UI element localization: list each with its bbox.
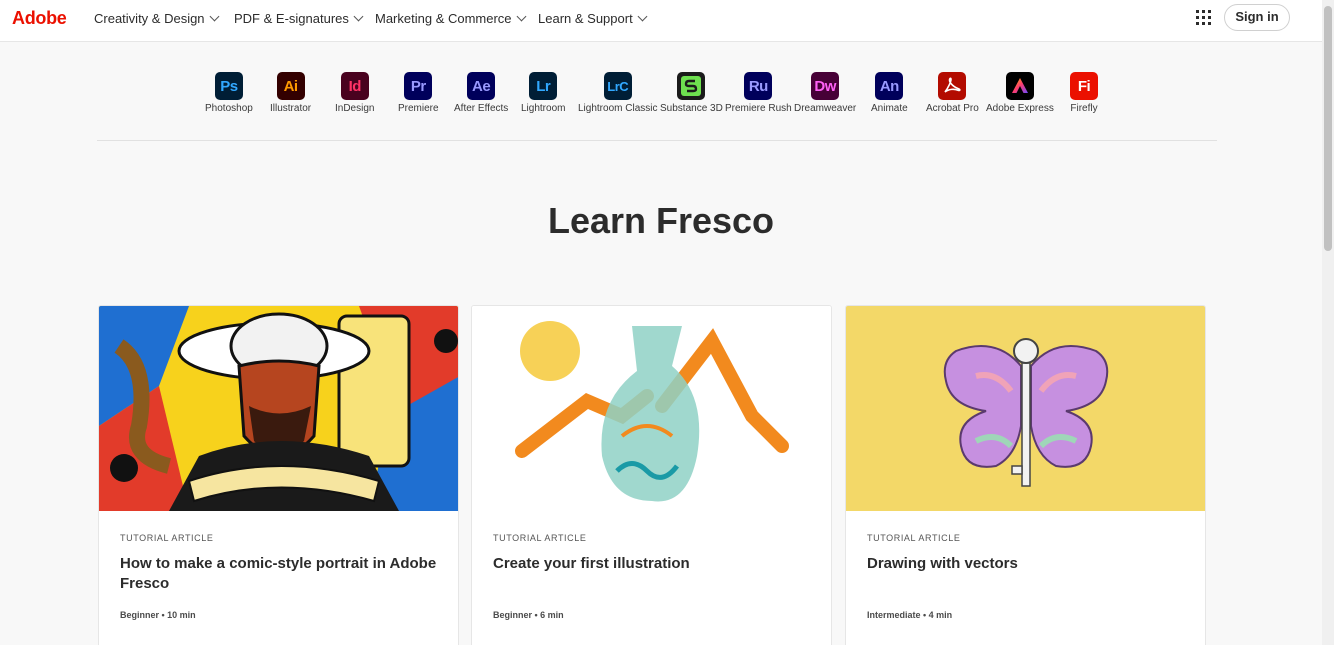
illustrator-icon: Ai	[276, 72, 305, 100]
card-title[interactable]: Create your first illustration	[493, 554, 810, 604]
drawing-vectors-thumbnail	[846, 306, 1205, 511]
vase-landscape-illustration	[472, 306, 831, 511]
premiere-icon: Pr	[404, 72, 433, 100]
product-firefly[interactable]: Fi Firefly	[1070, 72, 1098, 114]
nav-label: Learn & Support	[538, 11, 633, 26]
product-label: Acrobat Pro	[926, 103, 979, 114]
nav-pdf-esignatures[interactable]: PDF & E-signatures	[234, 11, 364, 26]
card-body: TUTORIAL ARTICLE Create your first illus…	[472, 511, 831, 642]
comic-portrait-illustration	[99, 306, 458, 511]
chevron-down-icon	[637, 11, 648, 22]
indesign-icon: Id	[340, 72, 369, 100]
animate-icon: An	[875, 72, 904, 100]
nav-creativity-design[interactable]: Creativity & Design	[94, 11, 219, 26]
product-illustrator[interactable]: Ai Illustrator	[270, 72, 311, 114]
card-meta: Beginner • 10 min	[120, 610, 196, 620]
card-type: TUTORIAL ARTICLE	[120, 533, 214, 543]
card-title[interactable]: Drawing with vectors	[867, 554, 1184, 604]
acrobat-pro-icon	[938, 72, 967, 100]
product-label: After Effects	[454, 103, 509, 114]
nav-marketing-commerce[interactable]: Marketing & Commerce	[375, 11, 526, 26]
substance-s-icon	[681, 76, 702, 96]
substance-3d-icon	[677, 72, 706, 100]
page-title: Learn Fresco	[547, 200, 775, 241]
butterfly-key-illustration	[846, 306, 1205, 511]
dreamweaver-icon: Dw	[811, 72, 840, 100]
product-label: Photoshop	[205, 103, 253, 114]
product-label: InDesign	[335, 103, 375, 114]
product-label: Premiere	[398, 103, 439, 114]
product-label: Firefly	[1070, 103, 1098, 114]
lightroom-classic-icon: LrC	[603, 72, 632, 100]
chevron-down-icon	[209, 11, 219, 22]
product-label: Lightroom Classic	[578, 103, 658, 114]
product-indesign[interactable]: Id InDesign	[335, 72, 374, 114]
product-label: Adobe Express	[986, 103, 1054, 114]
product-label: Lightroom	[521, 103, 566, 114]
product-after-effects[interactable]: Ae After Effects	[454, 72, 508, 114]
product-label: Premiere Rush	[725, 103, 792, 114]
product-label: Animate	[871, 103, 908, 114]
product-label: Substance 3D	[660, 103, 723, 114]
card-type: TUTORIAL ARTICLE	[493, 533, 587, 543]
product-lightroom-classic[interactable]: LrC Lightroom Classic	[578, 72, 657, 114]
after-effects-icon: Ae	[467, 72, 496, 100]
tutorial-card[interactable]: TUTORIAL ARTICLE Create your first illus…	[471, 305, 832, 645]
express-a-icon	[1011, 78, 1028, 93]
product-label: Dreamweaver	[794, 103, 857, 114]
top-navigation: Adobe Creativity & Design PDF & E-signat…	[0, 0, 1322, 42]
adobe-express-icon	[1005, 72, 1034, 100]
photoshop-icon: Ps	[214, 72, 243, 100]
nav-label: Creativity & Design	[94, 11, 205, 26]
scrollbar-thumb[interactable]	[1324, 6, 1332, 251]
product-dreamweaver[interactable]: Dw Dreamweaver	[794, 72, 856, 114]
nav-learn-support[interactable]: Learn & Support	[538, 11, 648, 26]
card-type: TUTORIAL ARTICLE	[867, 533, 961, 543]
product-lightroom[interactable]: Lr Lightroom	[521, 72, 565, 114]
sign-in-button[interactable]: Sign in	[1224, 4, 1290, 31]
product-animate[interactable]: An Animate	[871, 72, 908, 114]
adobe-logo[interactable]: Adobe	[12, 8, 67, 29]
section-divider	[97, 140, 1217, 141]
first-illustration-thumbnail	[472, 306, 831, 511]
card-title[interactable]: How to make a comic-style portrait in Ad…	[120, 554, 437, 604]
product-premiere-rush[interactable]: Ru Premiere Rush	[725, 72, 792, 114]
premiere-rush-icon: Ru	[744, 72, 773, 100]
tutorial-card[interactable]: TUTORIAL ARTICLE Drawing with vectors In…	[845, 305, 1206, 645]
acrobat-swirl-icon	[944, 77, 962, 93]
product-acrobat-pro[interactable]: Acrobat Pro	[926, 72, 979, 114]
product-adobe-express[interactable]: Adobe Express	[986, 72, 1054, 114]
nav-label: Marketing & Commerce	[375, 11, 512, 26]
product-photoshop[interactable]: Ps Photoshop	[205, 72, 253, 114]
card-body: TUTORIAL ARTICLE Drawing with vectors In…	[846, 511, 1205, 642]
card-meta: Beginner • 6 min	[493, 610, 564, 620]
card-meta: Intermediate • 4 min	[867, 610, 953, 620]
app-switcher-grid-icon[interactable]	[1196, 10, 1211, 25]
comic-portrait-thumbnail	[99, 306, 458, 511]
product-substance-3d[interactable]: Substance 3D	[660, 72, 723, 114]
firefly-icon: Fi	[1070, 72, 1098, 100]
chevron-down-icon	[353, 11, 364, 22]
card-body: TUTORIAL ARTICLE How to make a comic-sty…	[99, 511, 458, 642]
lightroom-icon: Lr	[529, 72, 558, 100]
tutorial-card[interactable]: TUTORIAL ARTICLE How to make a comic-sty…	[98, 305, 459, 645]
nav-label: PDF & E-signatures	[234, 11, 349, 26]
product-label: Illustrator	[270, 103, 312, 114]
page-scrollbar[interactable]	[1322, 0, 1334, 645]
chevron-down-icon	[516, 11, 526, 22]
product-premiere[interactable]: Pr Premiere	[398, 72, 439, 114]
